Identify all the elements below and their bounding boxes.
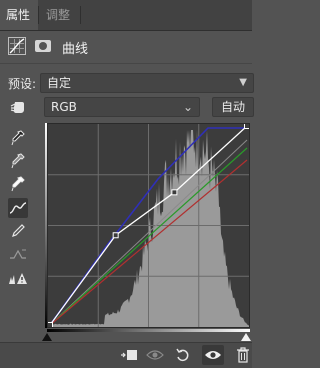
reset-icon[interactable] [172, 345, 194, 365]
auto-button[interactable]: 自动 [212, 97, 254, 117]
chevron-down-icon: ▼ [239, 77, 247, 88]
panel-title: 曲线 [62, 42, 89, 57]
layer-mask-icon[interactable] [35, 40, 51, 52]
black-input-slider[interactable] [42, 333, 52, 341]
curve-control-point[interactable] [48, 322, 53, 328]
gray-point-eyedropper-icon[interactable] [8, 151, 28, 171]
curve-control-point[interactable] [112, 232, 119, 239]
curves-graph-svg[interactable] [48, 124, 249, 327]
visibility-eye-icon[interactable] [202, 345, 224, 365]
curve-control-point[interactable] [171, 189, 178, 196]
curve-control-point[interactable] [244, 124, 250, 129]
on-image-adjust-icon[interactable] [8, 97, 28, 117]
view-previous-state-icon[interactable] [144, 345, 166, 365]
clipping-warning-icon[interactable] [8, 268, 28, 288]
divider [0, 63, 252, 64]
pencil-draw-icon[interactable] [8, 221, 28, 241]
tab-adjustments[interactable]: 调整 [40, 0, 80, 30]
curves-graph[interactable] [47, 123, 250, 328]
tab-divider [80, 6, 81, 24]
black-point-eyedropper-icon[interactable] [8, 128, 28, 148]
preset-select[interactable]: 自定 ▼ [40, 73, 254, 93]
clip-to-layer-icon[interactable] [118, 345, 140, 365]
white-input-slider[interactable] [241, 333, 251, 341]
chevron-down-icon: ⌄ [182, 100, 193, 114]
curves-adjustment-icon[interactable] [8, 37, 26, 55]
input-gradient-bar [47, 329, 250, 332]
preset-value: 自定 [47, 76, 72, 90]
channel-select[interactable]: RGB ⌄ [44, 97, 200, 117]
channel-value: RGB [51, 100, 77, 114]
tab-divider [38, 6, 39, 24]
white-point-eyedropper-icon[interactable] [8, 174, 28, 194]
preset-label: 预设: [8, 77, 37, 91]
curve-edit-points-icon[interactable] [8, 198, 28, 218]
smooth-curve-icon[interactable] [8, 244, 28, 264]
delete-icon[interactable] [232, 345, 254, 365]
tab-properties[interactable]: 属性 [0, 0, 38, 30]
